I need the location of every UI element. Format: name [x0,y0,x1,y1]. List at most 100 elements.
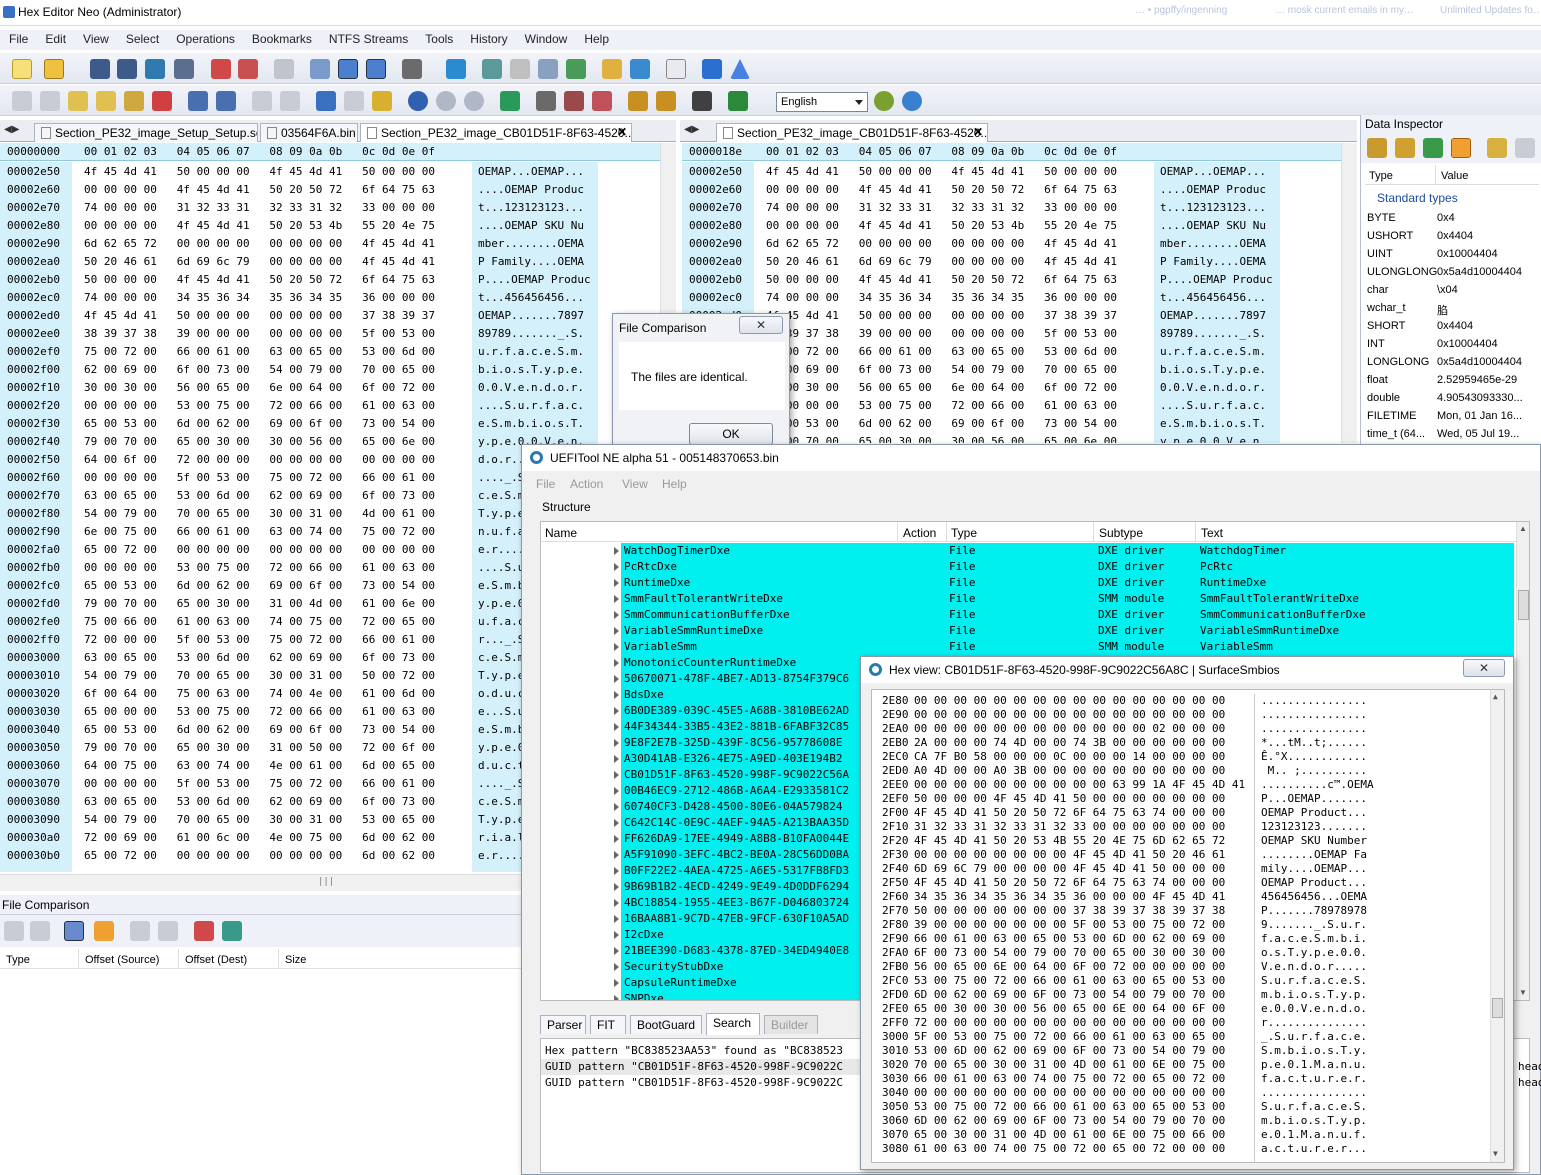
hex-row[interactable]: 3020 70 00 65 00 30 00 31 00 4D 00 61 00 … [878,1058,1488,1072]
menu-help[interactable]: Help [575,30,617,46]
compare-icon[interactable] [602,59,622,79]
row-ascii[interactable]: ................ [1261,1086,1367,1099]
row-hex-bytes[interactable]: 65 00 00 00 53 00 75 00 72 00 66 00 61 0… [84,705,435,718]
row-hex-bytes[interactable]: 50 00 00 00 00 00 00 00 37 38 39 37 38 3… [914,904,1225,917]
hex-row[interactable]: 00002e60 00 00 00 00 4f 45 4d 41 50 20 50… [682,181,1342,199]
row-hex-bytes[interactable]: 38 39 37 38 39 00 00 00 00 00 00 00 5f 0… [84,327,435,340]
redo-icon[interactable] [40,91,60,111]
process-icon[interactable] [538,59,558,79]
row-ascii[interactable]: M.. ;.......... [1261,764,1367,777]
menu-edit[interactable]: Edit [36,30,74,46]
inspector-value[interactable]: \x04 [1437,284,1458,296]
row-ascii[interactable]: OEMAP...OEMAP... [478,165,584,178]
hex-row[interactable]: 2FD0 6D 00 62 00 69 00 6F 00 73 00 54 00 … [878,988,1488,1002]
bookmark-icon[interactable] [372,91,392,111]
row-ascii[interactable]: p.e.0.1.M.a.n.u. [1261,1058,1367,1071]
vertical-scrollbar[interactable] [1341,143,1357,443]
volume-icon[interactable] [510,59,530,79]
row-ascii[interactable]: m.b.i.o.s.T.y.p. [1261,988,1367,1001]
hex-row[interactable]: 2EC0 CA 7F B0 58 00 00 00 0C 00 00 00 14 … [878,750,1488,764]
expand-arrow-icon[interactable] [614,675,619,683]
row-ascii[interactable]: t...456456456... [1160,291,1266,304]
hex-row[interactable]: 00002f20 00 00 00 00 53 00 75 00 72 00 66… [0,397,660,415]
taskbar-item-2[interactable]: … mosk current emails in my… [1275,5,1425,16]
row-ascii[interactable]: ....OEMAP SKU Nu [1160,219,1266,232]
row-hex-bytes[interactable]: 50 20 46 61 6d 69 6c 79 00 00 00 00 4f 4… [84,255,435,268]
hex-row[interactable]: 00002ef0 75 00 72 00 66 00 61 00 63 00 65… [0,343,660,361]
row-hex-bytes[interactable]: 00 00 00 00 00 00 00 00 00 00 00 00 00 0… [914,708,1225,721]
row-ascii[interactable]: OEMAP Product... [1261,876,1367,889]
row-hex-bytes[interactable]: 65 00 30 00 30 00 56 00 65 00 6E 00 64 0… [914,1002,1225,1015]
row-hex-bytes[interactable]: 6e 00 75 00 66 00 61 00 63 00 74 00 75 0… [84,525,435,538]
hex-row[interactable]: 2F10 31 32 33 31 32 33 31 32 33 00 00 00 … [878,820,1488,834]
inspector-value[interactable]: Mon, 01 Jan 16... [1437,410,1522,422]
row-hex-bytes[interactable]: 00 00 00 00 4f 45 4d 41 50 20 53 4b 55 2… [84,219,435,232]
hex-row[interactable]: 00002eb0 50 00 00 00 4f 45 4d 41 50 20 50… [0,271,660,289]
search-next-icon[interactable] [436,91,456,111]
hex-row[interactable]: 2EF0 50 00 00 00 4F 45 4D 41 50 00 00 00 … [878,792,1488,806]
row-hex-bytes[interactable]: 6D 00 62 00 69 00 6F 00 73 00 54 00 79 0… [914,988,1225,1001]
row-hex-bytes[interactable]: 6D 00 62 00 69 00 6F 00 73 00 54 00 79 0… [914,1114,1225,1127]
compare-sync-icon[interactable] [222,921,242,941]
row-hex-bytes[interactable]: 4f 45 4d 41 50 00 00 00 00 00 00 00 37 3… [766,309,1117,322]
inspector-value[interactable]: 0x10004404 [1437,248,1498,260]
codepage-add-icon[interactable] [874,91,894,111]
row-hex-bytes[interactable]: 63 00 65 00 53 00 6d 00 62 00 69 00 6f 0… [84,651,435,664]
row-hex-bytes[interactable]: 63 00 65 00 53 00 6d 00 62 00 69 00 6f 0… [84,489,435,502]
scroll-down-icon[interactable]: ▼ [1519,988,1527,997]
save-all-icon[interactable] [145,59,165,79]
pencil-green-icon[interactable] [1423,138,1443,158]
row-hex-bytes[interactable]: 64 00 75 00 63 00 74 00 4e 00 61 00 6d 0… [84,759,435,772]
row-hex-bytes[interactable]: 31 32 33 31 32 33 31 32 33 00 00 00 00 0… [914,820,1225,833]
undo-icon[interactable] [12,91,32,111]
template-icon[interactable] [592,91,612,111]
lock-icon[interactable] [628,91,648,111]
row-hex-bytes[interactable]: 00 00 00 00 53 00 75 00 72 00 66 00 61 0… [766,399,1117,412]
inspector-value[interactable]: 0x4404 [1437,230,1473,242]
expand-arrow-icon[interactable] [614,899,619,907]
hex-row[interactable]: 2FB0 56 00 65 00 6E 00 64 00 6F 00 72 00 … [878,960,1488,974]
view-hex-icon[interactable] [338,59,358,79]
hex-row[interactable]: 00002f10 30 00 30 00 56 00 65 00 6e 00 64… [0,379,660,397]
scroll-up-icon[interactable]: ▲ [1519,524,1527,533]
tree-row[interactable]: SmmFaultTolerantWriteDxe File SMM module Sm… [614,591,1514,607]
row-hex-bytes[interactable]: 79 00 70 00 65 00 30 00 30 00 56 00 65 0… [766,435,1117,443]
help-icon[interactable] [702,59,722,79]
row-ascii[interactable]: ....OEMAP SKU Nu [478,219,584,232]
row-hex-bytes[interactable]: 00 00 00 00 4f 45 4d 41 50 20 53 4b 55 2… [766,219,1117,232]
menu-view[interactable]: View [74,30,117,46]
menu-bookmarks[interactable]: Bookmarks [243,30,320,46]
row-hex-bytes[interactable]: 6F 00 73 00 54 00 79 00 70 00 65 00 30 0… [914,946,1225,959]
row-hex-bytes[interactable]: 4f 45 4d 41 50 00 00 00 00 00 00 00 37 3… [84,309,435,322]
scroll-down-icon[interactable]: ▼ [1493,1149,1498,1158]
checksum-icon[interactable] [728,91,748,111]
row-ascii[interactable]: OEMAP.......7897 [1160,309,1266,322]
row-hex-bytes[interactable]: 38 39 37 38 39 00 00 00 00 00 00 00 5f 0… [766,327,1117,340]
clock-icon[interactable] [1451,138,1471,158]
hex-row[interactable]: 2FA0 6F 00 73 00 54 00 79 00 70 00 65 00 … [878,946,1488,960]
hex-row[interactable]: 3030 66 00 61 00 63 00 74 00 75 00 72 00 … [878,1072,1488,1086]
inspector-row[interactable]: time_t (64... Wed, 05 Jul 19... [1365,425,1540,443]
row-ascii[interactable]: 456456456...OEMA [1261,890,1367,903]
row-hex-bytes[interactable]: 00 00 00 00 00 00 00 00 00 00 00 00 02 0… [914,722,1225,735]
row-ascii[interactable]: P.......78978978 [1261,904,1367,917]
tree-row[interactable]: WatchDogTimerDxe File DXE driver WatchdogTi… [614,543,1514,559]
row-ascii[interactable]: u.r.f.a.c.e.S.m. [478,345,584,358]
hex-row[interactable]: 00002f30 65 00 53 00 6d 00 62 00 69 00 6f… [0,415,660,433]
copy-icon[interactable] [96,91,116,111]
row-hex-bytes[interactable]: 74 00 00 00 34 35 36 34 35 36 34 35 36 0… [84,291,435,304]
hex-row[interactable]: 3010 53 00 6D 00 62 00 69 00 6F 00 73 00 … [878,1044,1488,1058]
tab-bootguard[interactable]: BootGuard [630,1015,702,1034]
row-hex-bytes[interactable]: 4f 45 4d 41 50 00 00 00 4f 45 4d 41 50 0… [84,165,435,178]
expand-arrow-icon[interactable] [614,643,619,651]
hex-row[interactable]: 00002ec0 74 00 00 00 34 35 36 34 35 36 34… [0,289,660,307]
structure-icon[interactable] [500,91,520,111]
tab-close-icon[interactable]: ✕ [617,125,627,139]
row-hex-bytes[interactable]: 64 00 6f 00 72 00 00 00 00 00 00 00 00 0… [84,453,435,466]
row-hex-bytes[interactable]: 00 00 00 00 00 00 00 00 00 00 63 99 1A 4… [914,778,1245,791]
expand-arrow-icon[interactable] [614,547,619,555]
tab-builder[interactable]: Builder [764,1015,818,1034]
row-hex-bytes[interactable]: 6d 62 65 72 00 00 00 00 00 00 00 00 4f 4… [84,237,435,250]
expand-arrow-icon[interactable] [614,931,619,939]
row-ascii[interactable]: Ê.°X............ [1261,750,1367,763]
